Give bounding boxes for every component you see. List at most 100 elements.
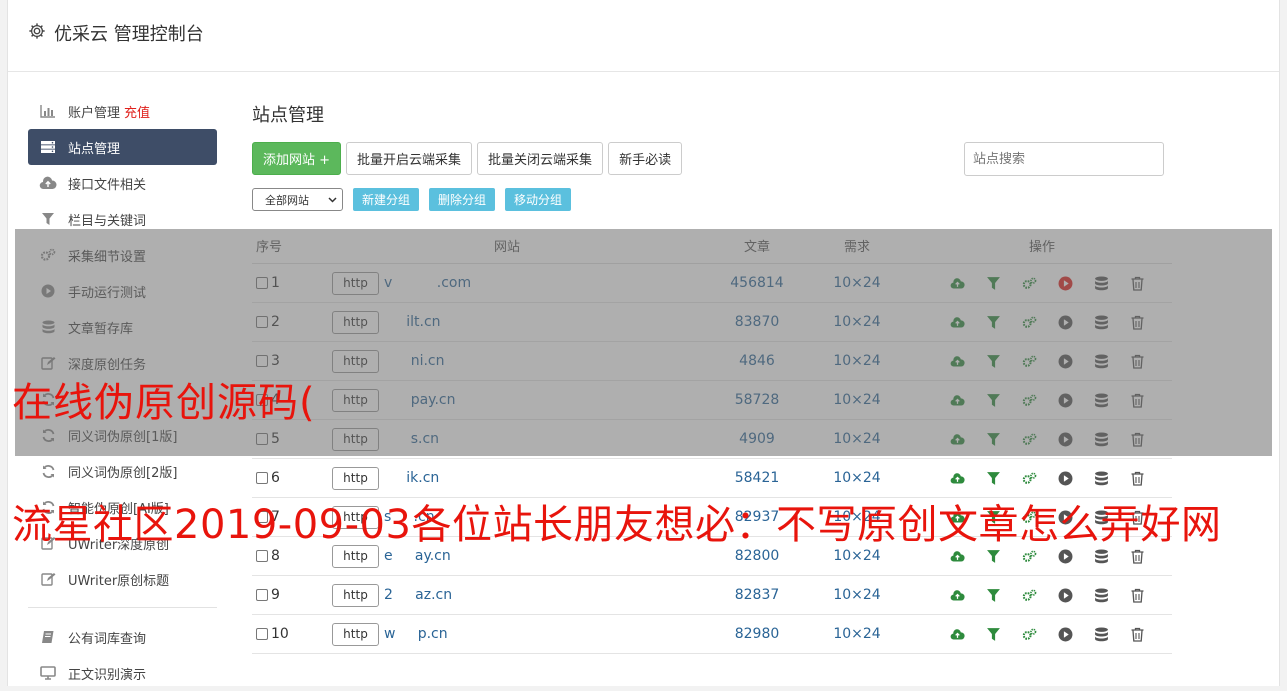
filter-icon[interactable] <box>986 390 1022 410</box>
trash-icon[interactable] <box>1130 468 1166 488</box>
filter-icon[interactable] <box>986 624 1022 644</box>
protocol-badge[interactable]: http <box>332 622 379 646</box>
row-checkbox[interactable] <box>256 472 268 484</box>
site-domain-link[interactable]: ik.cn <box>384 470 439 486</box>
gears-icon[interactable] <box>1022 429 1058 449</box>
site-domain-link[interactable]: ilt.cn <box>384 314 440 330</box>
articles-count[interactable]: 83870 <box>712 314 802 330</box>
demand-value[interactable]: 10×24 <box>802 431 912 447</box>
demand-value[interactable]: 10×24 <box>802 626 912 642</box>
gears-icon[interactable] <box>1022 585 1058 605</box>
filter-icon[interactable] <box>986 351 1022 371</box>
group-select[interactable]: 全部网站 <box>252 188 343 211</box>
cloud-upload-icon[interactable] <box>950 585 986 605</box>
articles-count[interactable]: 58421 <box>712 470 802 486</box>
delete-group-button[interactable]: 删除分组 <box>429 188 496 211</box>
play-circle-icon[interactable] <box>1058 273 1094 293</box>
demand-value[interactable]: 10×24 <box>802 353 912 369</box>
batch-open-cloud-button[interactable]: 批量开启云端采集 <box>346 142 473 175</box>
demand-value[interactable]: 10×24 <box>802 314 912 330</box>
row-checkbox[interactable] <box>256 433 268 445</box>
protocol-badge[interactable]: http <box>332 349 379 373</box>
row-checkbox[interactable] <box>256 589 268 601</box>
filter-icon[interactable] <box>986 273 1022 293</box>
demand-value[interactable]: 10×24 <box>802 392 912 408</box>
sidebar-item-main-0[interactable]: 账户管理 充值 <box>28 93 217 129</box>
trash-icon[interactable] <box>1130 312 1166 332</box>
trash-icon[interactable] <box>1130 585 1166 605</box>
cloud-upload-icon[interactable] <box>950 312 986 332</box>
trash-icon[interactable] <box>1130 273 1166 293</box>
play-circle-icon[interactable] <box>1058 390 1094 410</box>
filter-icon[interactable] <box>986 429 1022 449</box>
articles-count[interactable]: 82837 <box>712 587 802 603</box>
site-domain-link[interactable]: ni.cn <box>384 353 445 369</box>
row-checkbox[interactable] <box>256 277 268 289</box>
sidebar-item-main-5[interactable]: 手动运行测试 <box>28 273 217 309</box>
row-checkbox[interactable] <box>256 316 268 328</box>
sidebar-item-main-2[interactable]: 接口文件相关 <box>28 165 217 201</box>
sidebar-item-main-13[interactable]: UWriter原创标题 <box>28 561 217 597</box>
new-group-button[interactable]: 新建分组 <box>353 188 420 211</box>
sidebar-item-main-10[interactable]: 同义词伪原创[2版] <box>28 453 217 489</box>
protocol-badge[interactable]: http <box>332 388 379 412</box>
articles-count[interactable]: 58728 <box>712 392 802 408</box>
beginner-guide-button[interactable]: 新手必读 <box>608 142 683 175</box>
site-domain-link[interactable]: s.cn <box>384 431 439 447</box>
gears-icon[interactable] <box>1022 273 1058 293</box>
cloud-upload-icon[interactable] <box>950 390 986 410</box>
play-circle-icon[interactable] <box>1058 312 1094 332</box>
database-icon[interactable] <box>1094 351 1130 371</box>
site-domain-link[interactable]: w p.cn <box>384 626 448 642</box>
protocol-badge[interactable]: http <box>332 583 379 607</box>
trash-icon[interactable] <box>1130 351 1166 371</box>
gears-icon[interactable] <box>1022 390 1058 410</box>
site-domain-link[interactable]: v .com <box>384 275 471 291</box>
articles-count[interactable]: 4909 <box>712 431 802 447</box>
play-circle-icon[interactable] <box>1058 468 1094 488</box>
gears-icon[interactable] <box>1022 312 1058 332</box>
play-circle-icon[interactable] <box>1058 585 1094 605</box>
demand-value[interactable]: 10×24 <box>802 470 912 486</box>
database-icon[interactable] <box>1094 624 1130 644</box>
site-search-input[interactable] <box>964 142 1164 176</box>
trash-icon[interactable] <box>1130 390 1166 410</box>
trash-icon[interactable] <box>1130 429 1166 449</box>
row-checkbox[interactable] <box>256 628 268 640</box>
play-circle-icon[interactable] <box>1058 429 1094 449</box>
articles-count[interactable]: 456814 <box>712 275 802 291</box>
site-domain-link[interactable]: pay.cn <box>384 392 456 408</box>
protocol-badge[interactable]: http <box>332 310 379 334</box>
batch-close-cloud-button[interactable]: 批量关闭云端采集 <box>477 142 604 175</box>
site-domain-link[interactable]: e ay.cn <box>384 548 451 564</box>
cloud-upload-icon[interactable] <box>950 351 986 371</box>
recharge-link[interactable]: 充值 <box>124 102 150 121</box>
database-icon[interactable] <box>1094 312 1130 332</box>
articles-count[interactable]: 4846 <box>712 353 802 369</box>
cloud-upload-icon[interactable] <box>950 624 986 644</box>
gears-icon[interactable] <box>1022 624 1058 644</box>
cloud-upload-icon[interactable] <box>950 273 986 293</box>
protocol-badge[interactable]: http <box>332 466 379 490</box>
demand-value[interactable]: 10×24 <box>802 275 912 291</box>
demand-value[interactable]: 10×24 <box>802 587 912 603</box>
protocol-badge[interactable]: http <box>332 427 379 451</box>
filter-icon[interactable] <box>986 585 1022 605</box>
row-checkbox[interactable] <box>256 550 268 562</box>
move-group-button[interactable]: 移动分组 <box>505 188 572 211</box>
row-checkbox[interactable] <box>256 355 268 367</box>
sidebar-item-main-4[interactable]: 采集细节设置 <box>28 237 217 273</box>
sidebar-item-main-3[interactable]: 栏目与关键词 <box>28 201 217 237</box>
site-domain-link[interactable]: 2 az.cn <box>384 587 452 603</box>
brand[interactable]: 优采云 管理控制台 <box>28 20 204 46</box>
sidebar-item-bottom-0[interactable]: 公有词库查询 <box>28 619 217 655</box>
database-icon[interactable] <box>1094 585 1130 605</box>
play-circle-icon[interactable] <box>1058 351 1094 371</box>
filter-icon[interactable] <box>986 468 1022 488</box>
filter-icon[interactable] <box>986 312 1022 332</box>
demand-value[interactable]: 10×24 <box>802 548 912 564</box>
sidebar-item-main-1[interactable]: 站点管理 <box>28 129 217 165</box>
cloud-upload-icon[interactable] <box>950 468 986 488</box>
play-circle-icon[interactable] <box>1058 624 1094 644</box>
database-icon[interactable] <box>1094 273 1130 293</box>
